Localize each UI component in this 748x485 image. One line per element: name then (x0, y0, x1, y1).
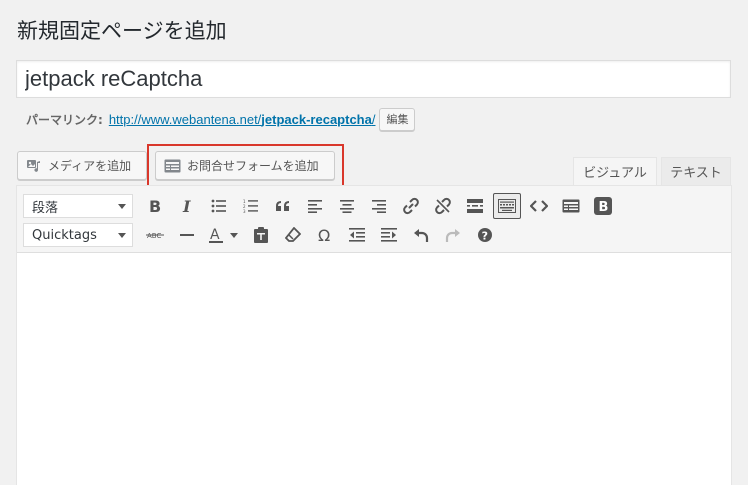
bulleted-list-icon (211, 199, 226, 213)
page-title: 新規固定ページを追加 (17, 19, 227, 43)
chevron-down-icon (118, 232, 126, 238)
horizontal-line-icon (180, 234, 194, 236)
toolbar-row-1: 段落 B I 123 B (23, 193, 621, 219)
clear-formatting-button[interactable] (279, 222, 307, 248)
bold-icon: B (149, 198, 161, 214)
svg-text:3: 3 (243, 209, 246, 213)
add-contact-form-label: お問合せフォームを追加 (187, 159, 319, 173)
read-more-button[interactable] (461, 193, 489, 219)
svg-text:ABC: ABC (147, 232, 161, 240)
unlink-button[interactable] (429, 193, 457, 219)
italic-button[interactable]: I (173, 193, 201, 219)
code-icon (530, 200, 548, 212)
svg-text:A: A (210, 227, 220, 243)
contact-form-icon (164, 159, 181, 173)
blockquote-icon (276, 201, 289, 211)
align-left-button[interactable] (301, 193, 329, 219)
help-button[interactable]: ? (471, 222, 499, 248)
tab-visual[interactable]: ビジュアル (573, 157, 657, 185)
add-media-button[interactable]: メディアを追加 (17, 151, 147, 180)
permalink-url-base: http://www.webantena.net/ (108, 111, 262, 127)
bulleted-list-button[interactable] (205, 193, 233, 219)
add-contact-form-button[interactable]: お問合せフォームを追加 (155, 151, 335, 180)
tab-text[interactable]: テキスト (661, 157, 731, 185)
quicktags-select-value: Quicktags (32, 227, 97, 243)
form-icon (562, 199, 580, 213)
toolbar-toggle-button[interactable] (493, 193, 521, 219)
permalink-label: パーマリンク: (26, 112, 103, 127)
permalink-link[interactable]: http://www.webantena.net/jetpack-recaptc… (109, 112, 376, 127)
permalink-edit-button[interactable]: 編集 (379, 107, 416, 131)
b-button[interactable]: B (589, 193, 617, 219)
chevron-down-icon (118, 203, 126, 209)
special-character-icon: Ω (318, 227, 330, 243)
align-left-icon (308, 200, 322, 213)
format-select-value: 段落 (32, 200, 59, 216)
redo-icon (445, 229, 460, 242)
help-icon: ? (478, 228, 492, 243)
align-center-icon (340, 200, 354, 213)
redo-button[interactable] (439, 222, 467, 248)
permalink-url-end: / (371, 111, 376, 127)
strikethrough-button[interactable]: ABC (141, 222, 169, 248)
undo-icon (414, 229, 429, 242)
paste-text-button[interactable] (247, 222, 275, 248)
text-color-icon: A (209, 227, 238, 243)
indent-button[interactable] (375, 222, 403, 248)
paste-text-icon (254, 227, 268, 243)
editor-content-area[interactable] (17, 253, 731, 485)
align-right-button[interactable] (365, 193, 393, 219)
blockquote-button[interactable] (269, 193, 297, 219)
align-center-button[interactable] (333, 193, 361, 219)
link-icon (403, 197, 419, 215)
undo-button[interactable] (407, 222, 435, 248)
add-media-label: メディアを追加 (48, 159, 132, 173)
svg-text:B: B (599, 200, 609, 215)
editor: 段落 B I 123 B Quicktags ABC A Ω ? (16, 185, 732, 485)
align-right-icon (372, 200, 386, 213)
svg-text:I: I (182, 198, 191, 214)
numbered-list-button[interactable]: 123 (237, 193, 265, 219)
editor-toolbar: 段落 B I 123 B Quicktags ABC A Ω ? (17, 186, 731, 253)
strikethrough-icon: ABC (146, 232, 164, 240)
toolbar-toggle-icon (498, 199, 516, 213)
numbered-list-icon: 123 (243, 199, 258, 213)
bold-button[interactable]: B (141, 193, 169, 219)
form-button[interactable] (557, 193, 585, 219)
text-color-button[interactable]: A (205, 222, 243, 248)
svg-text:?: ? (482, 230, 488, 243)
media-icon (26, 158, 42, 174)
outdent-icon (349, 228, 365, 242)
permalink-slug: jetpack-recaptcha (261, 111, 372, 127)
format-select[interactable]: 段落 (23, 194, 133, 218)
outdent-button[interactable] (343, 222, 371, 248)
permalink-row: パーマリンク: http://www.webantena.net/jetpack… (26, 107, 416, 131)
special-character-button[interactable]: Ω (311, 222, 339, 248)
quicktags-select[interactable]: Quicktags (23, 223, 133, 247)
toolbar-row-2: Quicktags ABC A Ω ? (23, 222, 503, 248)
code-button[interactable] (525, 193, 553, 219)
link-button[interactable] (397, 193, 425, 219)
post-title-input[interactable] (16, 60, 731, 98)
svg-text:B: B (149, 198, 161, 214)
b-icon: B (594, 197, 612, 215)
clear-formatting-icon (285, 227, 301, 242)
italic-icon: I (182, 198, 191, 214)
read-more-icon (467, 199, 483, 213)
indent-icon (381, 228, 397, 242)
horizontal-line-button[interactable] (173, 222, 201, 248)
svg-text:Ω: Ω (318, 227, 330, 243)
unlink-icon (435, 197, 451, 215)
